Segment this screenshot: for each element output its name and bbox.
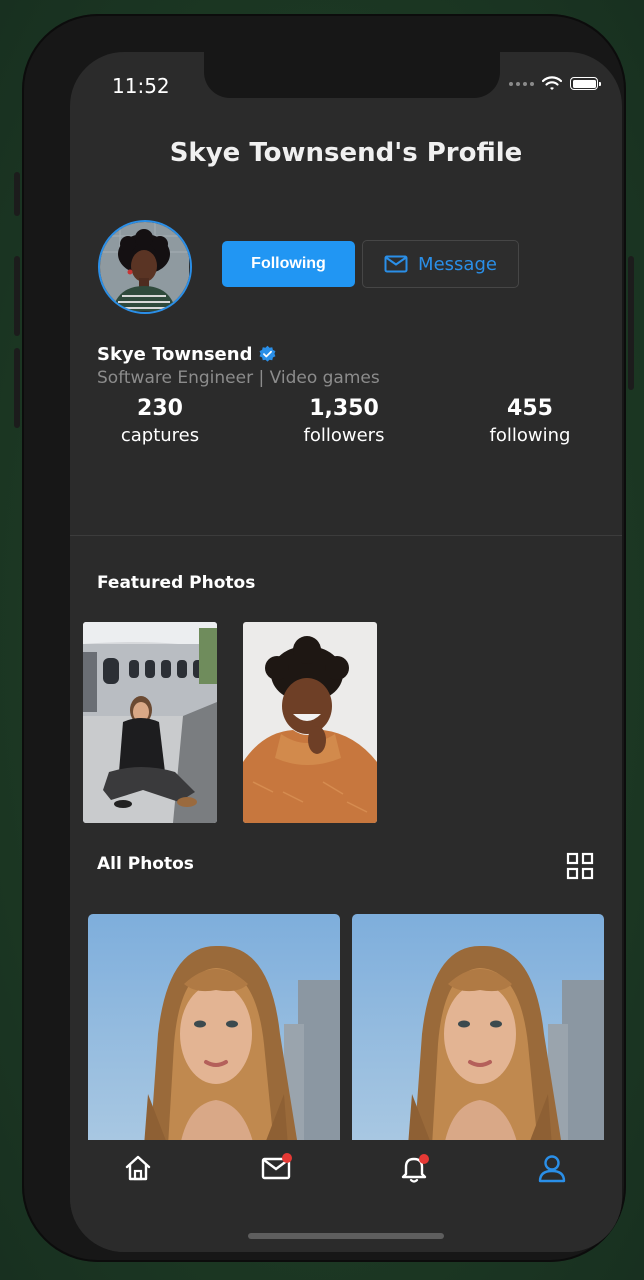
all-photos-title: All Photos xyxy=(97,854,194,874)
tab-messages[interactable] xyxy=(260,1152,292,1184)
signal-icon xyxy=(509,81,534,86)
power-button xyxy=(628,256,634,390)
wifi-icon xyxy=(542,76,562,90)
volume-up-button xyxy=(14,256,20,336)
tab-notifications[interactable] xyxy=(398,1152,430,1184)
profile-bio: Software Engineer | Video games xyxy=(97,368,380,388)
message-label: Message xyxy=(418,253,497,275)
notification-badge xyxy=(419,1154,429,1164)
stat-label: followers xyxy=(303,425,385,446)
stat-followers[interactable]: 1,350 followers xyxy=(289,396,399,446)
featured-photos-title: Featured Photos xyxy=(97,573,256,593)
app-screen: 11:52 Skye Townsend's Profile Following … xyxy=(70,52,622,1252)
grid-photo[interactable] xyxy=(88,914,340,1146)
featured-photo[interactable] xyxy=(83,622,217,823)
grid-photo[interactable] xyxy=(352,914,604,1146)
home-icon[interactable] xyxy=(122,1152,154,1184)
message-button[interactable]: Message xyxy=(362,240,519,288)
featured-photo[interactable] xyxy=(243,622,377,823)
stat-captures[interactable]: 230 captures xyxy=(110,396,210,446)
battery-icon xyxy=(570,77,601,90)
side-button xyxy=(14,172,20,216)
section-divider xyxy=(70,535,622,536)
stat-label: following xyxy=(489,425,571,446)
mail-icon xyxy=(384,255,408,273)
stat-label: captures xyxy=(120,425,200,446)
verified-badge-icon xyxy=(260,345,276,362)
status-icons xyxy=(509,76,601,91)
stat-value: 1,350 xyxy=(309,396,379,421)
home-indicator xyxy=(248,1233,444,1239)
phone-frame: 11:52 Skye Townsend's Profile Following … xyxy=(14,14,634,1262)
notification-badge xyxy=(282,1153,292,1163)
stat-value: 455 xyxy=(507,396,553,421)
user-icon[interactable] xyxy=(536,1152,568,1184)
volume-down-button xyxy=(14,348,20,428)
stat-following[interactable]: 455 following xyxy=(475,396,585,446)
status-time: 11:52 xyxy=(112,74,170,98)
notch xyxy=(204,52,500,98)
profile-name-row: Skye Townsend xyxy=(97,344,277,365)
profile-name: Skye Townsend xyxy=(97,344,253,365)
stat-value: 230 xyxy=(137,396,183,421)
avatar[interactable] xyxy=(98,220,192,314)
page-title: Skye Townsend's Profile xyxy=(169,138,523,168)
following-button[interactable]: Following xyxy=(222,241,355,287)
grid-view-icon[interactable] xyxy=(566,852,594,880)
